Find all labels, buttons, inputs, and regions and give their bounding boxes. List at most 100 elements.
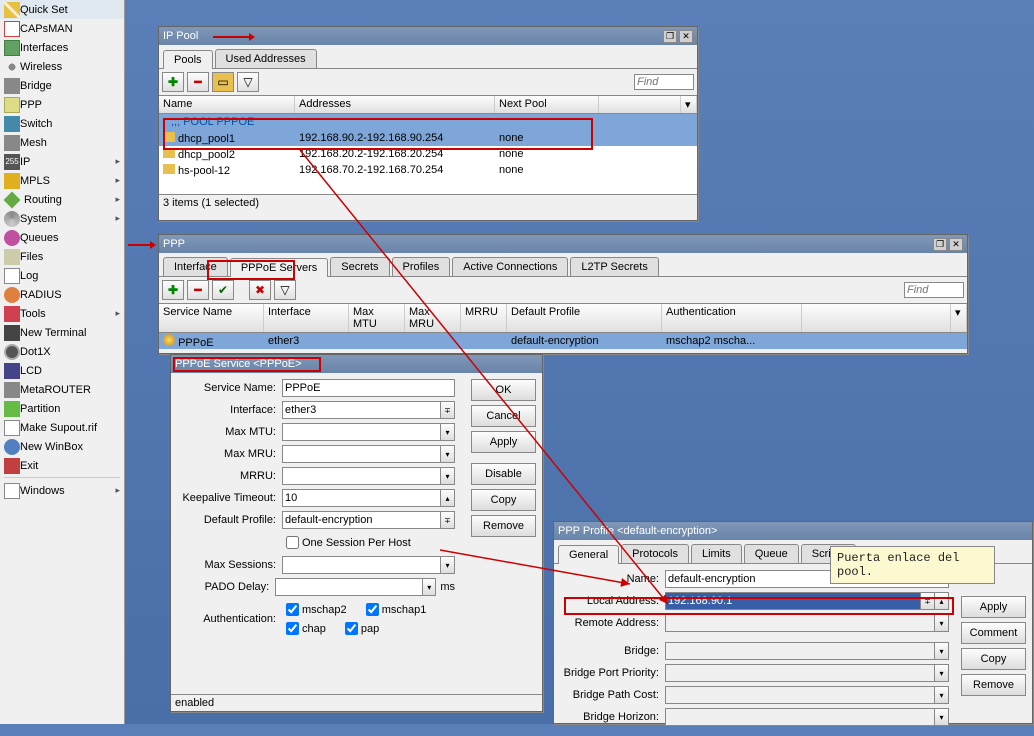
col-next-pool[interactable]: Next Pool [495,96,599,113]
tab-protocols[interactable]: Protocols [621,544,689,563]
dropdown-icon[interactable]: ▾ [441,445,455,463]
tab-secrets[interactable]: Secrets [330,257,389,276]
table-row[interactable]: PPPoE ether3 default-encryption mschap2 … [159,333,967,349]
comment-button[interactable]: Comment [961,622,1026,644]
defprofile-input[interactable] [282,511,441,529]
dropdown-icon[interactable]: ▾ [935,614,949,632]
filter-button[interactable]: ▽ [237,72,259,92]
sidebar-item-queues[interactable]: Queues [0,228,124,247]
remove-button[interactable]: ━ [187,72,209,92]
add-button[interactable]: ✚ [162,72,184,92]
tab-pppoe-servers[interactable]: PPPoE Servers [230,258,328,277]
tab-used-addresses[interactable]: Used Addresses [215,49,317,68]
table-row-comment[interactable]: ;;; POOL PPPOE [159,114,697,130]
table-row[interactable]: dhcp_pool2192.168.20.2-192.168.20.254non… [159,146,697,162]
sidebar-item-interfaces[interactable]: Interfaces [0,38,124,57]
service-name-input[interactable] [282,379,455,397]
tab-pools[interactable]: Pools [163,50,213,69]
col-mrru[interactable]: MRRU [461,304,507,332]
dropdown-icon[interactable]: ▾ [935,686,949,704]
bridge-path-cost-input[interactable] [665,686,935,704]
local-address-input[interactable] [665,592,921,610]
ok-button[interactable]: OK [471,379,536,401]
sidebar-item-quick-set[interactable]: Quick Set [0,0,124,19]
sidebar-item-partition[interactable]: Partition [0,399,124,418]
remove-button[interactable]: ━ [187,280,209,300]
col-auth[interactable]: Authentication [662,304,802,332]
dropdown-icon[interactable]: ▾ [441,556,455,574]
table-row[interactable]: hs-pool-12192.168.70.2-192.168.70.254non… [159,162,697,178]
tab-active-connections[interactable]: Active Connections [452,257,568,276]
sidebar-item-ip[interactable]: 255IP▸ [0,152,124,171]
mrru-input[interactable] [282,467,441,485]
comment-button[interactable]: ▭ [212,72,234,92]
close-icon[interactable]: ✕ [679,30,693,43]
sidebar-item-windows[interactable]: Windows ▸ [0,481,124,500]
col-menu-icon[interactable]: ▾ [951,304,967,332]
remote-address-input[interactable] [665,614,935,632]
col-maxmtu[interactable]: Max MTU [349,304,405,332]
sidebar-item-ppp[interactable]: PPP [0,95,124,114]
sidebar-item-mpls[interactable]: MPLS▸ [0,171,124,190]
dropdown-icon[interactable]: ∓ [441,401,455,419]
find-input[interactable] [904,282,964,298]
titlebar[interactable]: PPPoE Service <PPPoE> [171,355,542,373]
filter-button[interactable]: ▽ [274,280,296,300]
maxmru-input[interactable] [282,445,441,463]
dropdown-icon[interactable]: ▾ [935,664,949,682]
collapse-icon[interactable]: ▴ [935,592,949,610]
col-interface[interactable]: Interface [264,304,349,332]
remove-button[interactable]: Remove [471,515,536,537]
dropdown-icon[interactable]: ▾ [935,708,949,726]
sidebar-item-system[interactable]: System▸ [0,209,124,228]
sidebar-item-radius[interactable]: RADIUS [0,285,124,304]
sidebar-item-exit[interactable]: Exit [0,456,124,475]
maxsess-input[interactable] [282,556,441,574]
copy-button[interactable]: Copy [471,489,536,511]
titlebar[interactable]: PPP ❐ ✕ [159,235,967,253]
sidebar-item-mesh[interactable]: Mesh [0,133,124,152]
remove-button[interactable]: Remove [961,674,1026,696]
restore-icon[interactable]: ❐ [933,238,947,251]
apply-button[interactable]: Apply [961,596,1026,618]
bridge-port-priority-input[interactable] [665,664,935,682]
sidebar-item-make-supout-rif[interactable]: Make Supout.rif [0,418,124,437]
sidebar-item-routing[interactable]: Routing▸ [0,190,124,209]
sidebar-item-dot1x[interactable]: Dot1X [0,342,124,361]
disable-button[interactable]: Disable [471,463,536,485]
tab-queue[interactable]: Queue [744,544,799,563]
dropdown-icon[interactable]: ▾ [423,578,436,596]
auth-mschap1-checkbox[interactable]: mschap1 [362,600,427,619]
cancel-button[interactable]: Cancel [471,405,536,427]
sidebar-item-bridge[interactable]: Bridge [0,76,124,95]
bridge-horizon-input[interactable] [665,708,935,726]
col-addresses[interactable]: Addresses [295,96,495,113]
dropdown-icon[interactable]: ∓ [441,511,455,529]
dropdown-icon[interactable]: ∓ [921,592,935,610]
sidebar-item-new-winbox[interactable]: New WinBox [0,437,124,456]
enable-button[interactable]: ✔ [212,280,234,300]
sidebar-item-wireless[interactable]: Wireless [0,57,124,76]
pado-input[interactable] [275,578,423,596]
dropdown-icon[interactable]: ▾ [935,642,949,660]
maxmtu-input[interactable] [282,423,441,441]
col-service[interactable]: Service Name [159,304,264,332]
sidebar-item-capsman[interactable]: CAPsMAN [0,19,124,38]
sidebar-item-lcd[interactable]: LCD [0,361,124,380]
table-row[interactable]: dhcp_pool1192.168.90.2-192.168.90.254non… [159,130,697,146]
close-icon[interactable]: ✕ [949,238,963,251]
col-maxmru[interactable]: Max MRU [405,304,461,332]
add-button[interactable]: ✚ [162,280,184,300]
bridge-input[interactable] [665,642,935,660]
col-name[interactable]: Name [159,96,295,113]
col-menu-icon[interactable]: ▾ [681,96,697,113]
tab-general[interactable]: General [558,545,619,564]
tab-l2tp-secrets[interactable]: L2TP Secrets [570,257,658,276]
sidebar-item-log[interactable]: Log [0,266,124,285]
tab-limits[interactable]: Limits [691,544,742,563]
apply-button[interactable]: Apply [471,431,536,453]
interface-input[interactable] [282,401,441,419]
dropdown-icon[interactable]: ▴ [441,489,455,507]
auth-chap-checkbox[interactable]: chap [282,619,326,638]
dropdown-icon[interactable]: ▾ [441,467,455,485]
